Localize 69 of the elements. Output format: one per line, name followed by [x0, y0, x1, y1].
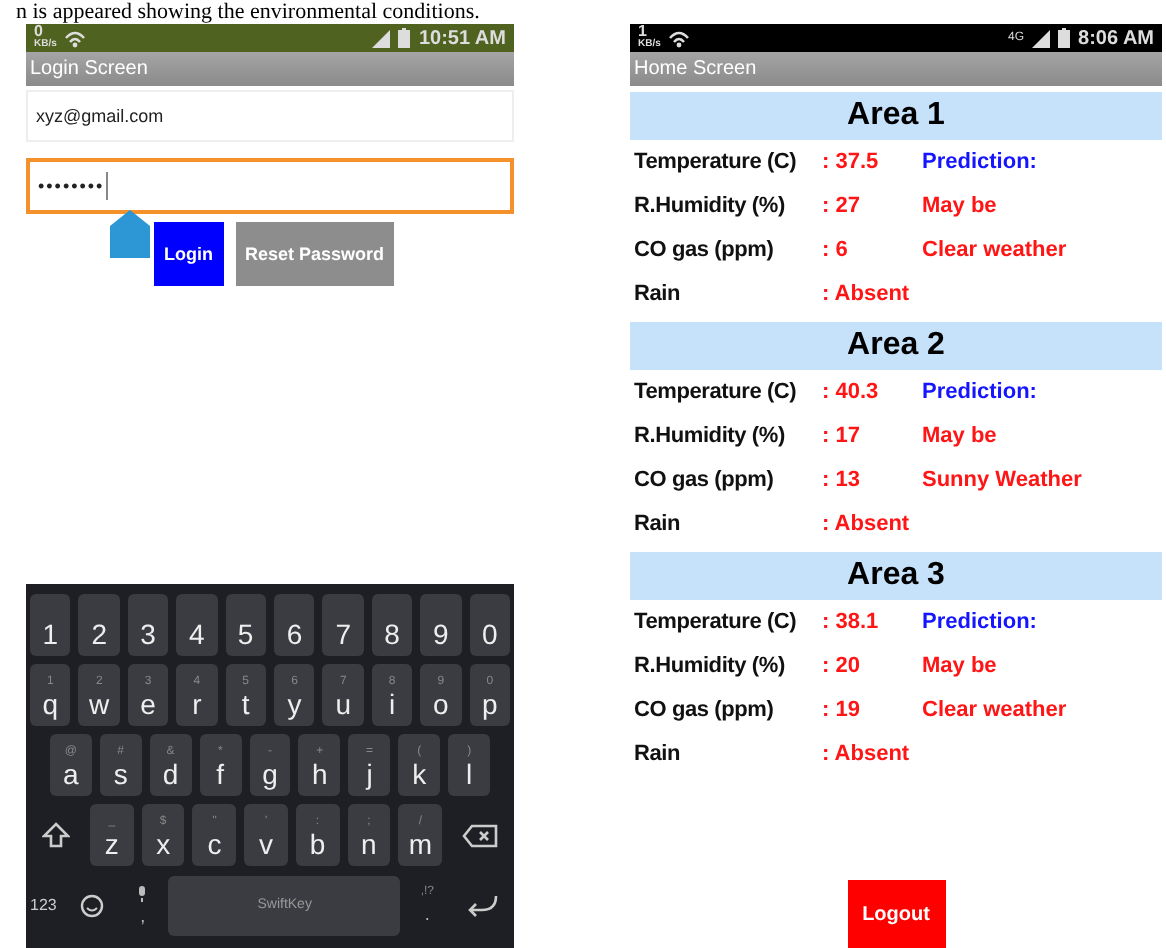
reading-label: CO gas (ppm)	[634, 698, 776, 722]
reading-value: : 37.5	[822, 150, 881, 174]
reading-label: R.Humidity (%)	[634, 194, 787, 218]
prediction-text: May be	[922, 424, 997, 448]
reading-value: : Absent	[822, 742, 912, 766]
signal-icon	[1032, 29, 1051, 47]
wifi-icon	[668, 28, 691, 48]
reading-label: Rain	[634, 282, 683, 306]
area-title: Area 2	[847, 328, 945, 364]
reading-value: : 17	[822, 424, 862, 448]
reading-value: : 38.1	[822, 610, 881, 634]
comma-key[interactable]: ,	[128, 885, 157, 925]
prediction-text: Sunny Weather	[922, 468, 1082, 492]
area-title: Area 3	[847, 558, 945, 594]
reading-label: R.Humidity (%)	[634, 654, 787, 678]
reading-label: R.Humidity (%)	[634, 424, 787, 448]
reading-label: Rain	[634, 742, 683, 766]
emoji-icon[interactable]	[80, 893, 105, 917]
password-field[interactable]: ••••••••	[26, 158, 514, 214]
area-title: Area 1	[847, 98, 945, 134]
prediction-text: Prediction:	[922, 380, 1037, 404]
login-button[interactable]: Login	[154, 222, 223, 286]
reading-value: : 6	[822, 238, 850, 262]
reading-label: Temperature (C)	[634, 380, 799, 404]
keyboard-key[interactable]: 5	[225, 594, 267, 656]
screen-title: Home Screen	[634, 58, 757, 80]
clock-time: 10:51 AM	[418, 27, 506, 49]
reading-value: : 40.3	[822, 380, 881, 404]
logout-button[interactable]: Logout	[847, 880, 945, 948]
numbers-key[interactable]: 123	[30, 896, 57, 914]
screen-title: Login Screen	[30, 58, 148, 80]
prediction-text: Prediction:	[922, 150, 1037, 174]
clock-time: 8:06 AM	[1078, 27, 1154, 49]
keyboard-key[interactable]: 3	[127, 594, 169, 656]
battery-icon	[398, 28, 411, 48]
shift-icon[interactable]	[42, 821, 70, 849]
keyboard-key[interactable]: 9	[420, 594, 462, 656]
keyboard-key[interactable]: 7	[322, 594, 364, 656]
keyboard-key[interactable]: 0	[469, 594, 511, 656]
keyboard-key[interactable]: 2	[78, 594, 120, 656]
enter-icon[interactable]	[466, 893, 498, 917]
cursor-handle[interactable]	[110, 210, 150, 258]
keyboard-key[interactable]: 1	[30, 594, 71, 656]
reading-value: : 13	[822, 468, 862, 492]
prediction-text: Prediction:	[922, 610, 1037, 634]
reading-value: : 20	[822, 654, 862, 678]
wifi-icon	[64, 28, 87, 48]
backspace-icon[interactable]	[462, 823, 499, 847]
email-field[interactable]: xyz@gmail.com	[26, 90, 514, 142]
keyboard-key[interactable]: 8	[371, 594, 413, 656]
reading-value: : 27	[822, 194, 862, 218]
reading-value: : 19	[822, 698, 862, 722]
reading-value: : Absent	[822, 512, 912, 536]
reading-label: Rain	[634, 512, 683, 536]
reading-label: Temperature (C)	[634, 610, 799, 634]
reading-label: Temperature (C)	[634, 150, 799, 174]
prediction-text: Clear weather	[922, 698, 1067, 722]
signal-icon	[372, 29, 391, 47]
prediction-text: Clear weather	[922, 238, 1067, 262]
prediction-text: May be	[922, 194, 997, 218]
microphone-icon	[136, 885, 149, 901]
keyboard-key[interactable]: 4	[176, 594, 218, 656]
caption-text: n is appeared showing the environmental conditions.	[14, 0, 482, 24]
reading-label: CO gas (ppm)	[634, 468, 776, 492]
reading-value: : Absent	[822, 282, 912, 306]
battery-icon	[1058, 28, 1071, 48]
reading-label: CO gas (ppm)	[634, 238, 776, 262]
keyboard-key[interactable]: 6	[274, 594, 315, 656]
prediction-text: May be	[922, 654, 997, 678]
